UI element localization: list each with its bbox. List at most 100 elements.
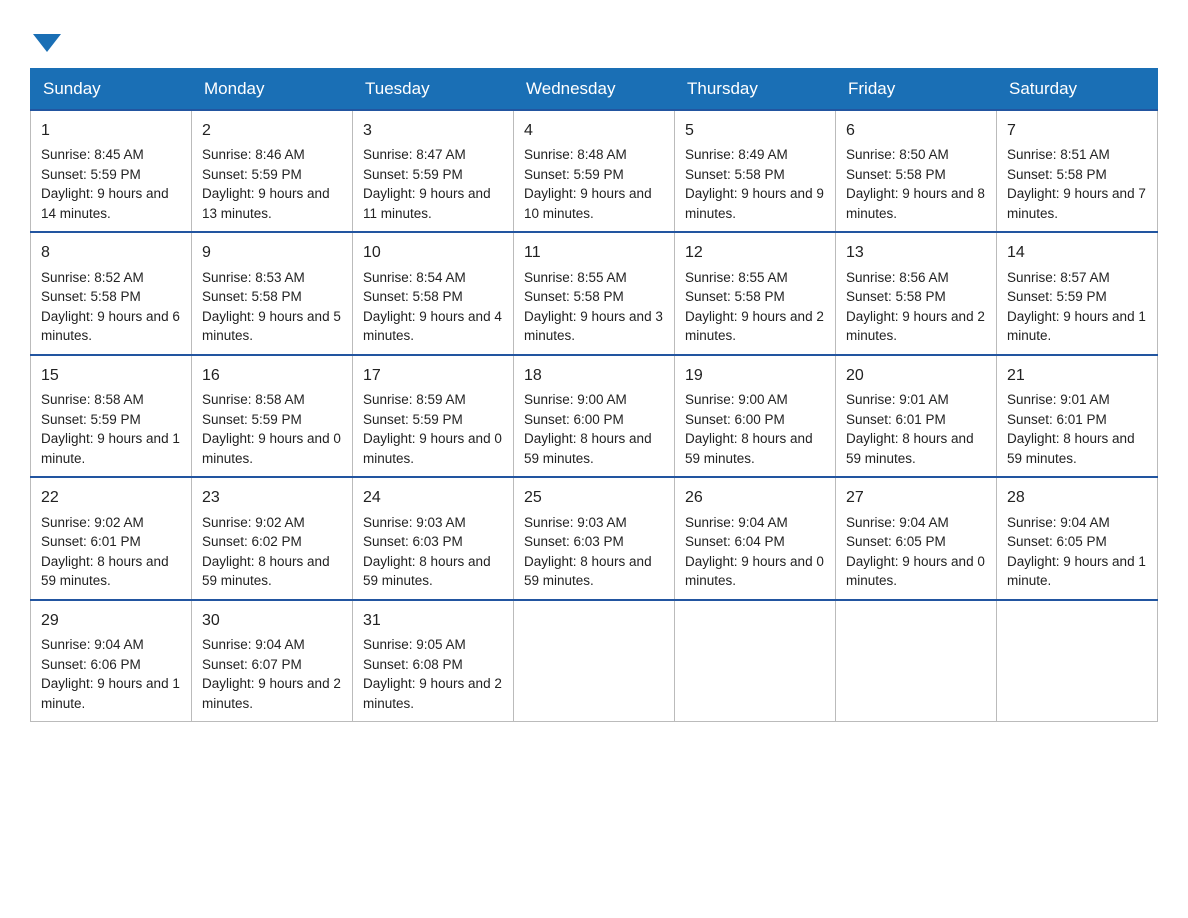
daylight-text: Daylight: 8 hours and 59 minutes.	[524, 431, 652, 466]
day-number: 19	[685, 364, 825, 387]
sunset-text: Sunset: 6:00 PM	[524, 412, 624, 427]
day-number: 31	[363, 609, 503, 632]
calendar-cell: 15 Sunrise: 8:58 AM Sunset: 5:59 PM Dayl…	[31, 355, 192, 477]
sunset-text: Sunset: 6:01 PM	[1007, 412, 1107, 427]
day-number: 23	[202, 486, 342, 509]
calendar-table: SundayMondayTuesdayWednesdayThursdayFrid…	[30, 68, 1158, 722]
daylight-text: Daylight: 9 hours and 8 minutes.	[846, 186, 985, 221]
calendar-cell: 1 Sunrise: 8:45 AM Sunset: 5:59 PM Dayli…	[31, 110, 192, 232]
sunset-text: Sunset: 5:58 PM	[202, 289, 302, 304]
day-number: 29	[41, 609, 181, 632]
sunrise-text: Sunrise: 8:57 AM	[1007, 270, 1110, 285]
day-number: 4	[524, 119, 664, 142]
sunrise-text: Sunrise: 9:04 AM	[41, 637, 144, 652]
calendar-cell	[675, 600, 836, 722]
calendar-cell: 5 Sunrise: 8:49 AM Sunset: 5:58 PM Dayli…	[675, 110, 836, 232]
calendar-cell: 27 Sunrise: 9:04 AM Sunset: 6:05 PM Dayl…	[836, 477, 997, 599]
day-number: 24	[363, 486, 503, 509]
daylight-text: Daylight: 9 hours and 1 minute.	[41, 676, 180, 711]
logo-arrow-icon	[33, 34, 61, 52]
calendar-cell: 20 Sunrise: 9:01 AM Sunset: 6:01 PM Dayl…	[836, 355, 997, 477]
daylight-text: Daylight: 9 hours and 1 minute.	[41, 431, 180, 466]
weekday-header-sunday: Sunday	[31, 69, 192, 111]
daylight-text: Daylight: 9 hours and 2 minutes.	[846, 309, 985, 344]
day-number: 22	[41, 486, 181, 509]
day-number: 21	[1007, 364, 1147, 387]
calendar-cell: 23 Sunrise: 9:02 AM Sunset: 6:02 PM Dayl…	[192, 477, 353, 599]
calendar-week-row: 22 Sunrise: 9:02 AM Sunset: 6:01 PM Dayl…	[31, 477, 1158, 599]
day-number: 20	[846, 364, 986, 387]
day-number: 3	[363, 119, 503, 142]
sunrise-text: Sunrise: 8:49 AM	[685, 147, 788, 162]
day-number: 25	[524, 486, 664, 509]
sunset-text: Sunset: 6:02 PM	[202, 534, 302, 549]
sunset-text: Sunset: 5:58 PM	[524, 289, 624, 304]
sunrise-text: Sunrise: 8:50 AM	[846, 147, 949, 162]
calendar-cell: 2 Sunrise: 8:46 AM Sunset: 5:59 PM Dayli…	[192, 110, 353, 232]
sunrise-text: Sunrise: 9:01 AM	[846, 392, 949, 407]
weekday-header-friday: Friday	[836, 69, 997, 111]
sunrise-text: Sunrise: 8:55 AM	[685, 270, 788, 285]
calendar-cell: 25 Sunrise: 9:03 AM Sunset: 6:03 PM Dayl…	[514, 477, 675, 599]
sunrise-text: Sunrise: 9:03 AM	[363, 515, 466, 530]
sunrise-text: Sunrise: 9:02 AM	[41, 515, 144, 530]
daylight-text: Daylight: 9 hours and 0 minutes.	[363, 431, 502, 466]
sunset-text: Sunset: 5:58 PM	[846, 167, 946, 182]
sunset-text: Sunset: 6:05 PM	[846, 534, 946, 549]
daylight-text: Daylight: 9 hours and 14 minutes.	[41, 186, 169, 221]
sunrise-text: Sunrise: 8:58 AM	[202, 392, 305, 407]
daylight-text: Daylight: 9 hours and 4 minutes.	[363, 309, 502, 344]
day-number: 30	[202, 609, 342, 632]
daylight-text: Daylight: 9 hours and 6 minutes.	[41, 309, 180, 344]
sunset-text: Sunset: 6:06 PM	[41, 657, 141, 672]
day-number: 5	[685, 119, 825, 142]
daylight-text: Daylight: 9 hours and 2 minutes.	[685, 309, 824, 344]
calendar-week-row: 29 Sunrise: 9:04 AM Sunset: 6:06 PM Dayl…	[31, 600, 1158, 722]
weekday-header-tuesday: Tuesday	[353, 69, 514, 111]
sunrise-text: Sunrise: 8:46 AM	[202, 147, 305, 162]
calendar-cell: 11 Sunrise: 8:55 AM Sunset: 5:58 PM Dayl…	[514, 232, 675, 354]
day-number: 10	[363, 241, 503, 264]
daylight-text: Daylight: 9 hours and 9 minutes.	[685, 186, 824, 221]
calendar-cell: 13 Sunrise: 8:56 AM Sunset: 5:58 PM Dayl…	[836, 232, 997, 354]
sunrise-text: Sunrise: 8:45 AM	[41, 147, 144, 162]
sunset-text: Sunset: 5:58 PM	[1007, 167, 1107, 182]
sunrise-text: Sunrise: 8:56 AM	[846, 270, 949, 285]
sunrise-text: Sunrise: 8:51 AM	[1007, 147, 1110, 162]
calendar-cell	[836, 600, 997, 722]
sunrise-text: Sunrise: 9:05 AM	[363, 637, 466, 652]
sunset-text: Sunset: 5:58 PM	[363, 289, 463, 304]
sunrise-text: Sunrise: 9:00 AM	[524, 392, 627, 407]
sunset-text: Sunset: 5:59 PM	[41, 412, 141, 427]
calendar-week-row: 1 Sunrise: 8:45 AM Sunset: 5:59 PM Dayli…	[31, 110, 1158, 232]
calendar-cell: 17 Sunrise: 8:59 AM Sunset: 5:59 PM Dayl…	[353, 355, 514, 477]
calendar-cell: 30 Sunrise: 9:04 AM Sunset: 6:07 PM Dayl…	[192, 600, 353, 722]
sunset-text: Sunset: 6:07 PM	[202, 657, 302, 672]
sunset-text: Sunset: 6:01 PM	[41, 534, 141, 549]
sunrise-text: Sunrise: 9:03 AM	[524, 515, 627, 530]
sunrise-text: Sunrise: 8:52 AM	[41, 270, 144, 285]
calendar-cell: 6 Sunrise: 8:50 AM Sunset: 5:58 PM Dayli…	[836, 110, 997, 232]
sunrise-text: Sunrise: 9:02 AM	[202, 515, 305, 530]
sunset-text: Sunset: 6:01 PM	[846, 412, 946, 427]
calendar-cell: 4 Sunrise: 8:48 AM Sunset: 5:59 PM Dayli…	[514, 110, 675, 232]
day-number: 27	[846, 486, 986, 509]
day-number: 14	[1007, 241, 1147, 264]
daylight-text: Daylight: 9 hours and 0 minutes.	[202, 431, 341, 466]
daylight-text: Daylight: 8 hours and 59 minutes.	[524, 554, 652, 589]
daylight-text: Daylight: 8 hours and 59 minutes.	[685, 431, 813, 466]
sunset-text: Sunset: 5:59 PM	[202, 412, 302, 427]
daylight-text: Daylight: 9 hours and 2 minutes.	[202, 676, 341, 711]
daylight-text: Daylight: 8 hours and 59 minutes.	[846, 431, 974, 466]
day-number: 8	[41, 241, 181, 264]
sunrise-text: Sunrise: 8:54 AM	[363, 270, 466, 285]
daylight-text: Daylight: 9 hours and 10 minutes.	[524, 186, 652, 221]
sunrise-text: Sunrise: 8:53 AM	[202, 270, 305, 285]
sunset-text: Sunset: 5:59 PM	[363, 167, 463, 182]
calendar-cell: 21 Sunrise: 9:01 AM Sunset: 6:01 PM Dayl…	[997, 355, 1158, 477]
calendar-cell: 18 Sunrise: 9:00 AM Sunset: 6:00 PM Dayl…	[514, 355, 675, 477]
calendar-cell: 16 Sunrise: 8:58 AM Sunset: 5:59 PM Dayl…	[192, 355, 353, 477]
sunset-text: Sunset: 5:58 PM	[846, 289, 946, 304]
calendar-cell: 12 Sunrise: 8:55 AM Sunset: 5:58 PM Dayl…	[675, 232, 836, 354]
daylight-text: Daylight: 9 hours and 13 minutes.	[202, 186, 330, 221]
